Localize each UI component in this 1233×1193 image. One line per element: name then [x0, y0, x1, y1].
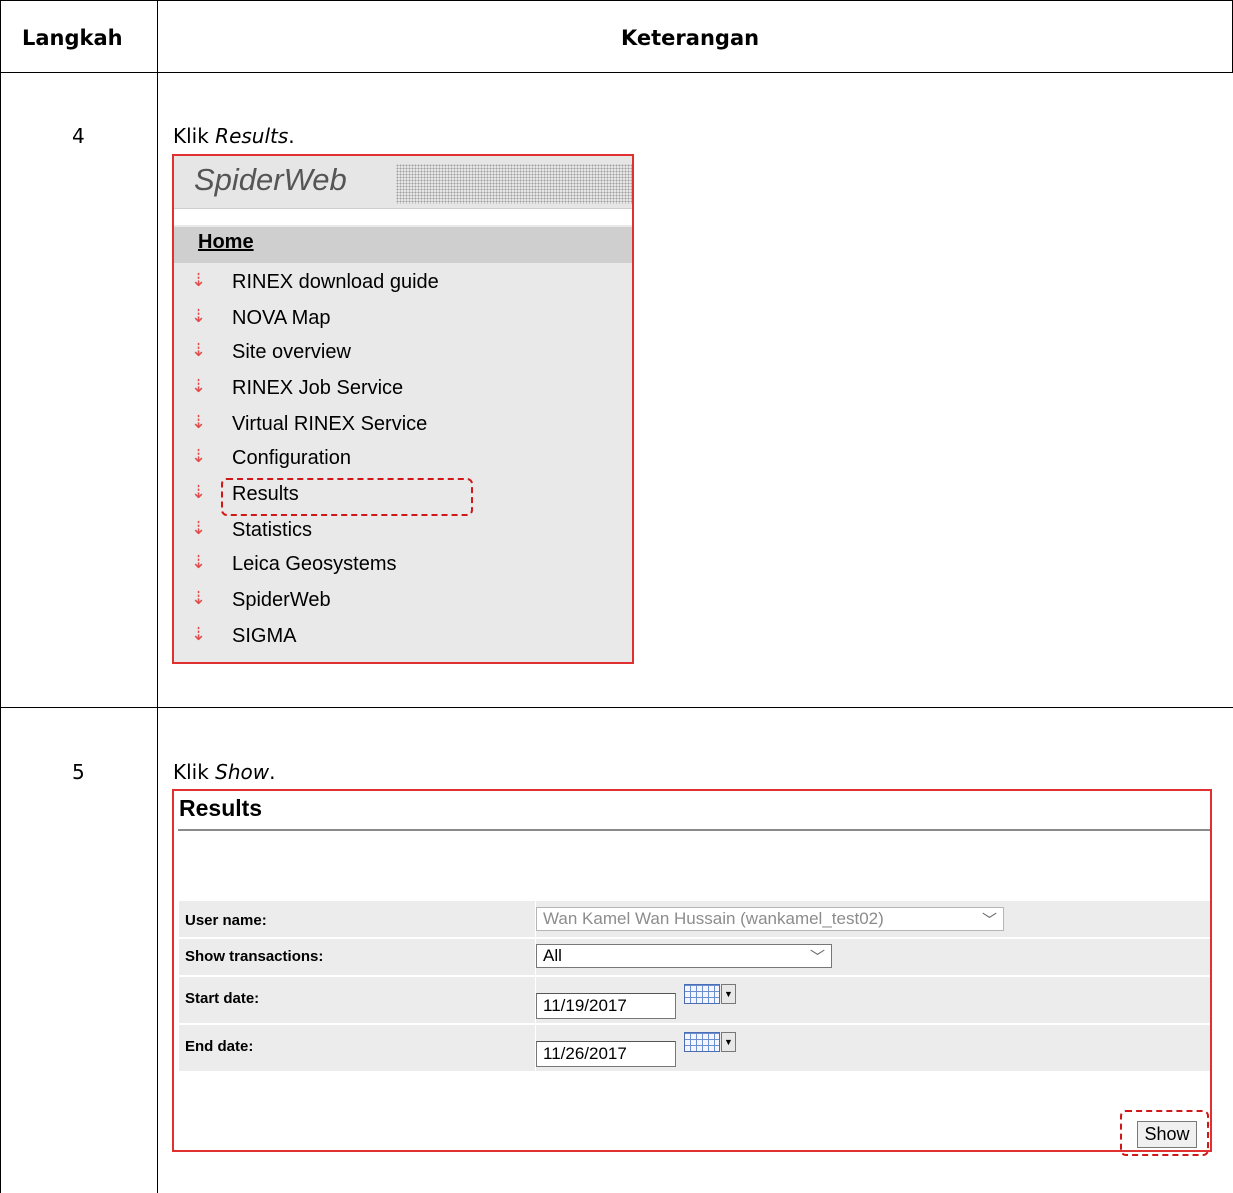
instruction-emphasis: Show: [215, 760, 270, 784]
menu-item[interactable]: ⇣ RINEX Job Service: [174, 376, 632, 404]
chevron-down-icon: ﹀: [809, 949, 825, 966]
show-highlight-box: [1120, 1110, 1209, 1156]
menu-item[interactable]: ⇣ Statistics: [174, 518, 632, 546]
instruction-emphasis: Results: [215, 124, 289, 148]
arrow-down-icon: ⇣: [191, 412, 207, 432]
menu-item[interactable]: ⇣ SIGMA: [174, 624, 632, 652]
dropdown-arrow-icon: ▼: [721, 1032, 736, 1052]
show-transactions-value: All: [543, 946, 562, 965]
spacer: [174, 209, 632, 225]
show-transactions-label: Show transactions:: [185, 948, 324, 965]
title-rule: [178, 829, 1210, 831]
arrow-down-icon: ⇣: [191, 306, 207, 326]
menu-item-label: Leica Geosystems: [232, 553, 397, 575]
row-show-transactions: Show transactions: All ﹀: [179, 939, 1210, 975]
instruction-step-4: Klik Results.: [173, 124, 295, 148]
instruction-suffix: .: [269, 760, 276, 784]
instruction-suffix: .: [288, 124, 295, 148]
row-user-name: User name: Wan Kamel Wan Hussain (wankam…: [179, 901, 1210, 937]
arrow-down-icon: ⇣: [191, 340, 207, 360]
instruction-prefix: Klik: [173, 124, 216, 148]
show-transactions-select[interactable]: All ﹀: [536, 944, 832, 968]
menu-item-label: RINEX Job Service: [232, 377, 404, 399]
menu-item-label: Site overview: [232, 341, 351, 363]
chevron-down-icon: ﹀: [981, 912, 997, 929]
results-title: Results: [179, 795, 263, 821]
spiderweb-logo: SpiderWeb: [194, 162, 347, 197]
menu-item[interactable]: ⇣ Site overview: [174, 340, 632, 368]
home-bar: Home: [174, 227, 632, 263]
arrow-down-icon: ⇣: [191, 552, 207, 572]
arrow-down-icon: ⇣: [191, 270, 207, 290]
end-date-input[interactable]: 11/26/2017: [536, 1041, 676, 1067]
user-name-value: Wan Kamel Wan Hussain (wankamel_test02): [543, 909, 884, 928]
row-end-date: End date: 11/26/2017 ▼: [179, 1025, 1210, 1071]
header-step: Langkah: [22, 26, 123, 50]
step-number-5: 5: [72, 760, 85, 784]
table-border-column: [157, 0, 158, 1193]
user-name-select[interactable]: Wan Kamel Wan Hussain (wankamel_test02) …: [536, 907, 1004, 931]
menu-item-label: SIGMA: [232, 625, 297, 647]
calendar-icon: [684, 1032, 720, 1052]
spiderweb-menu-screenshot: SpiderWeb Home ⇣ RINEX download guide ⇣ NOV…: [172, 154, 634, 664]
table-border-left: [0, 0, 1, 1193]
step-number-4: 4: [72, 124, 85, 148]
arrow-down-icon: ⇣: [191, 376, 207, 396]
menu-item[interactable]: ⇣ Leica Geosystems: [174, 552, 632, 580]
end-date-calendar-button[interactable]: ▼: [684, 1032, 738, 1054]
arrow-down-icon: ⇣: [191, 518, 207, 538]
results-highlight-box: [221, 478, 473, 516]
arrow-down-icon: ⇣: [191, 482, 207, 502]
start-date-label: Start date:: [185, 990, 260, 1007]
end-date-label: End date:: [185, 1038, 254, 1055]
menu-item-label: NOVA Map: [232, 307, 331, 329]
user-name-label: User name:: [185, 912, 267, 929]
table-border-row: [0, 707, 1233, 708]
header-description: Keterangan: [621, 26, 760, 50]
spiderweb-header: SpiderWeb: [174, 156, 632, 209]
menu-item[interactable]: ⇣ Virtual RINEX Service: [174, 412, 632, 440]
menu-item-label: Virtual RINEX Service: [232, 413, 428, 435]
table-border-top: [0, 0, 1233, 1]
home-link[interactable]: Home: [198, 231, 254, 254]
row-start-date: Start date: 11/19/2017 ▼: [179, 977, 1210, 1023]
menu-item[interactable]: ⇣ Configuration: [174, 446, 632, 474]
dotted-pattern: [396, 164, 632, 204]
start-date-input[interactable]: 11/19/2017: [536, 993, 676, 1019]
menu-item-label: SpiderWeb: [232, 589, 331, 611]
calendar-icon: [684, 984, 720, 1004]
menu-item-label: Configuration: [232, 447, 351, 469]
start-date-calendar-button[interactable]: ▼: [684, 984, 738, 1006]
menu-item-label: Statistics: [232, 519, 313, 541]
dropdown-arrow-icon: ▼: [721, 984, 736, 1004]
menu-item-label: RINEX download guide: [232, 271, 439, 293]
arrow-down-icon: ⇣: [191, 624, 207, 644]
instruction-prefix: Klik: [173, 760, 216, 784]
results-form-screenshot: Results User name: Wan Kamel Wan Hussain…: [172, 789, 1212, 1152]
table-border-header: [0, 72, 1233, 73]
arrow-down-icon: ⇣: [191, 446, 207, 466]
menu-item[interactable]: ⇣ SpiderWeb: [174, 588, 632, 616]
menu-item[interactable]: ⇣ RINEX download guide: [174, 270, 632, 298]
instruction-step-5: Klik Show.: [173, 760, 276, 784]
arrow-down-icon: ⇣: [191, 588, 207, 608]
menu-item[interactable]: ⇣ NOVA Map: [174, 306, 632, 334]
